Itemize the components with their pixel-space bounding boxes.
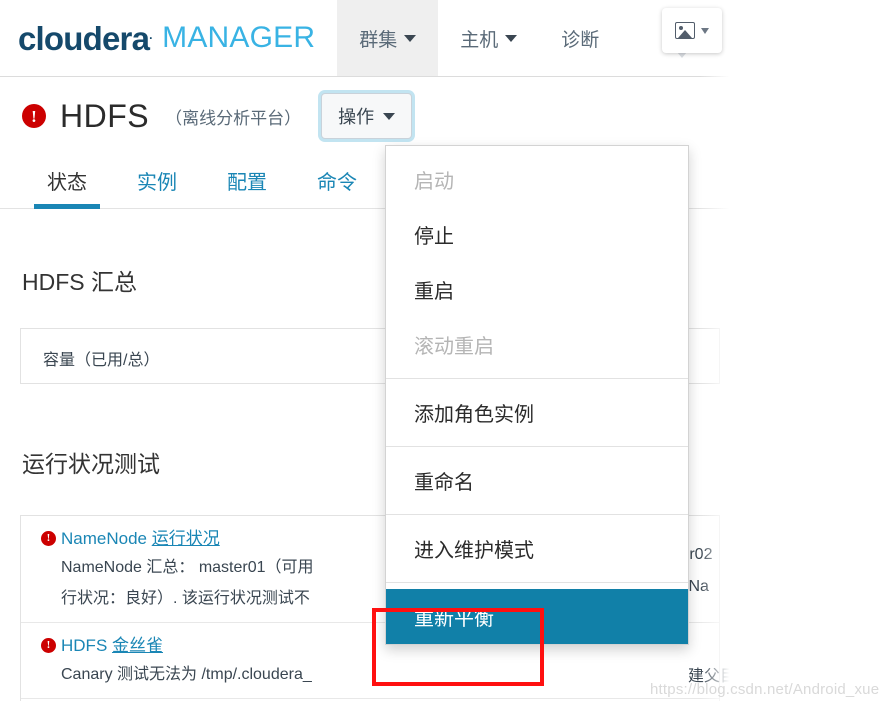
outer-blank-area [742,0,893,713]
error-exclamation-icon: ! [41,637,56,653]
nav-item-hosts-label: 主机 [460,29,499,51]
nav-items: 群集 主机 诊断 [337,0,621,76]
menu-item-enter-maintenance-mode[interactable]: 进入维护模式 [386,521,688,576]
nav-item-diagnostics[interactable]: 诊断 [539,0,621,76]
menu-divider [386,582,688,583]
health-test-name-cn: 金丝雀 [112,635,163,655]
nav-item-diagnostics-label: 诊断 [561,29,600,51]
menu-divider [386,514,688,515]
tab-commands[interactable]: 命令 [304,166,370,208]
watermark-text: https://blog.csdn.net/Android_xue [650,681,880,698]
logo-manager-text: MANAGER [162,21,316,54]
chevron-down-icon [404,32,417,44]
menu-item-restart[interactable]: 重启 [386,262,688,317]
tab-instances[interactable]: 实例 [124,166,190,208]
menu-divider [386,378,688,379]
menu-item-stop[interactable]: 停止 [386,207,688,262]
health-test-name-cn: 运行状况 [151,529,220,548]
chevron-down-icon [383,112,396,120]
top-navigation-bar: cloudera · MANAGER 群集 主机 诊断 [0,0,742,77]
menu-item-add-role-instance[interactable]: 添加角色实例 [386,385,688,440]
nav-item-clusters[interactable]: 群集 [337,0,439,76]
cloudera-manager-logo[interactable]: cloudera · MANAGER [0,0,337,76]
health-test-link-namenode[interactable]: NameNode 运行状况 [61,529,220,549]
page-root: cloudera · MANAGER 群集 主机 诊断 ! HDFS （离线分析… [0,0,893,713]
error-exclamation-icon: ! [22,104,46,128]
tab-status[interactable]: 状态 [34,166,100,209]
health-test-name-en: NameNode [61,529,152,548]
menu-item-rename[interactable]: 重命名 [386,453,688,508]
health-test-name-en: HDFS [61,635,112,655]
menu-item-rolling-restart[interactable]: 滚动重启 [386,317,688,372]
cluster-name-label: （离线分析平台） [165,108,302,128]
health-tests-heading: 运行状况测试 [22,451,160,477]
logo-cloudera-text: cloudera [18,19,150,57]
actions-dropdown-menu: 启动 停止 重启 滚动重启 添加角色实例 重命名 进入维护模式 重新平衡 [385,145,689,645]
actions-dropdown-label: 操作 [338,107,375,127]
chevron-down-icon [701,27,709,34]
menu-divider [386,446,688,447]
actions-dropdown-button[interactable]: 操作 [321,93,413,139]
nav-item-hosts[interactable]: 主机 [438,0,539,76]
logo-registered-mark: · [149,31,154,45]
health-test-detail-line-1: Canary 测试无法为 /tmp/.cloudera_ [61,666,312,684]
page-title: HDFS [60,97,150,134]
service-header: ! HDFS （离线分析平台） 操作 [0,77,742,155]
menu-item-rebalance[interactable]: 重新平衡 [386,589,688,644]
browser-content-pane: cloudera · MANAGER 群集 主机 诊断 ! HDFS （离线分析… [0,0,742,713]
broken-image-widget[interactable] [662,8,722,53]
menu-item-start[interactable]: 启动 [386,152,688,207]
error-exclamation-icon: ! [41,531,56,546]
broken-image-icon [675,22,695,39]
summary-section-heading: HDFS 汇总 [22,269,137,295]
tab-configuration[interactable]: 配置 [214,166,280,208]
chevron-down-icon [505,32,518,44]
health-test-link-canary[interactable]: HDFS 金丝雀 [61,636,163,656]
nav-item-clusters-label: 群集 [359,29,398,51]
